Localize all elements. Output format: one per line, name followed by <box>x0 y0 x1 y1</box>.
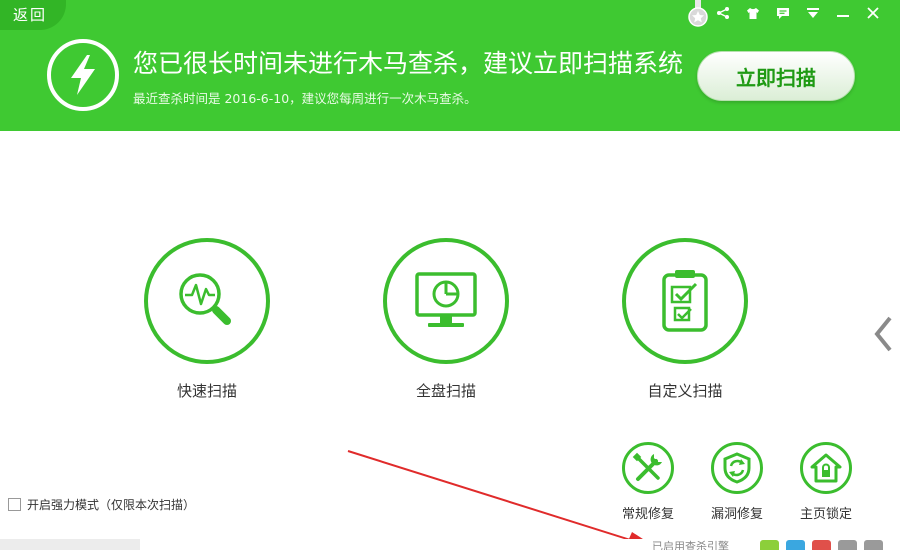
status-headline: 您已很长时间未进行木马查杀，建议立即扫描系统 <box>133 49 684 78</box>
skin-shirt-icon[interactable] <box>738 4 768 22</box>
shield-refresh-icon <box>723 452 751 484</box>
engine-3-icon[interactable] <box>812 540 831 550</box>
header-banner: 返回 您已很长时间未进行木马查杀，建议立即扫描系统 最近查杀时间是 2016-6… <box>0 0 900 131</box>
scan-now-button[interactable]: 立即扫描 <box>697 51 855 101</box>
homepage-lock-label: 主页锁定 <box>799 507 852 522</box>
status-footer: 已启用查杀引擎 <box>0 539 900 550</box>
routine-repair-tool[interactable]: 常规修复 <box>613 442 683 522</box>
trojan-scan-window: 返回 您已很长时间未进行木马查杀，建议立即扫描系统 最近查杀时间是 2016-6… <box>0 0 900 550</box>
engine-2-icon[interactable] <box>786 540 805 550</box>
footer-left-strip <box>0 539 140 550</box>
magnifier-pulse-icon <box>179 273 231 325</box>
full-scan-circle[interactable] <box>383 238 509 364</box>
last-scan-info: 最近查杀时间是 2016-6-10，建议您每周进行一次木马查杀。 <box>133 91 477 106</box>
feedback-icon[interactable] <box>768 4 798 22</box>
lightning-bolt-icon <box>47 39 119 111</box>
full-scan-label: 全盘扫描 <box>415 382 476 400</box>
quick-scan-option[interactable]: 快速扫描 <box>144 238 270 400</box>
custom-scan-option[interactable]: 自定义扫描 <box>622 238 748 400</box>
checklist-icon <box>662 270 708 332</box>
engine-icons <box>760 540 890 550</box>
share-icon[interactable] <box>708 4 738 22</box>
vulnerability-repair-circle[interactable] <box>711 442 763 494</box>
engine-4-icon[interactable] <box>838 540 857 550</box>
routine-repair-circle[interactable] <box>622 442 674 494</box>
strong-mode-label: 开启强力模式（仅限本次扫描） <box>27 498 196 512</box>
quick-scan-label: 快速扫描 <box>176 382 237 400</box>
home-lock-icon <box>810 453 842 483</box>
wrench-screwdriver-icon <box>632 452 662 481</box>
custom-scan-circle[interactable] <box>622 238 748 364</box>
homepage-lock-circle[interactable] <box>800 442 852 494</box>
engine-1-icon[interactable] <box>760 540 779 550</box>
engine-5-icon[interactable] <box>864 540 883 550</box>
medal-badge-icon[interactable] <box>688 0 708 28</box>
monitor-icon <box>415 272 477 327</box>
routine-repair-label: 常规修复 <box>621 507 674 522</box>
custom-scan-label: 自定义扫描 <box>647 382 723 400</box>
vulnerability-repair-tool[interactable]: 漏洞修复 <box>702 442 772 522</box>
back-button[interactable]: 返回 <box>0 0 66 30</box>
minimize-icon[interactable] <box>828 4 858 22</box>
chevron-left-icon[interactable] <box>872 314 896 354</box>
window-controls <box>708 4 888 22</box>
strong-mode-option[interactable]: 开启强力模式（仅限本次扫描） <box>8 496 195 513</box>
homepage-lock-tool[interactable]: 主页锁定 <box>791 442 861 522</box>
close-icon[interactable] <box>858 4 888 22</box>
vulnerability-repair-label: 漏洞修复 <box>710 507 763 522</box>
menu-icon[interactable] <box>798 4 828 22</box>
quick-scan-circle[interactable] <box>144 238 270 364</box>
full-scan-option[interactable]: 全盘扫描 <box>383 238 509 400</box>
strong-mode-checkbox[interactable] <box>8 498 21 511</box>
engine-status-text: 已启用查杀引擎 <box>652 540 729 550</box>
